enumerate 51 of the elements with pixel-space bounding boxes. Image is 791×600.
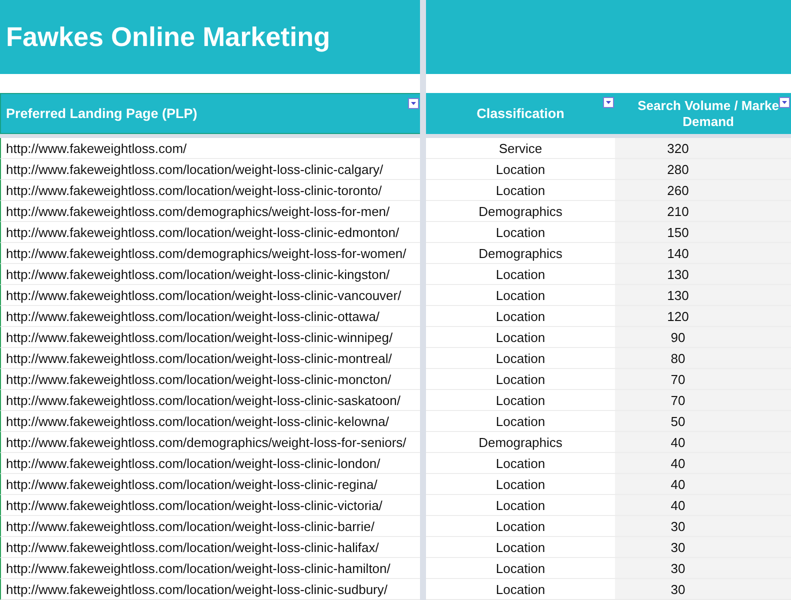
- table-cell: 80: [615, 348, 791, 369]
- column-header-label: Search Volume / Marke Demand: [638, 98, 779, 130]
- table-cell: 50: [615, 411, 791, 432]
- table-cell: http://www.fakeweightloss.com/location/weight-loss-clinic-ottawa/: [0, 306, 420, 327]
- table-cell: http://www.fakeweightloss.com/location/weight-loss-clinic-sudbury/: [0, 579, 420, 600]
- table-cell: 40: [615, 432, 791, 453]
- column-header-label: Preferred Landing Page (PLP): [6, 106, 198, 122]
- filter-dropdown-icon[interactable]: [779, 97, 790, 108]
- table-cell: 40: [615, 474, 791, 495]
- table-cell: http://www.fakeweightloss.com/: [0, 138, 420, 159]
- table-cell: http://www.fakeweightloss.com/location/weight-loss-clinic-winnipeg/: [0, 327, 420, 348]
- table-cell: 260: [615, 180, 791, 201]
- table-cell: http://www.fakeweightloss.com/location/weight-loss-clinic-barrie/: [0, 516, 420, 537]
- table-cell: 30: [615, 516, 791, 537]
- table-cell: 90: [615, 327, 791, 348]
- column-header-label: Classification: [476, 106, 564, 122]
- filter-dropdown-icon[interactable]: [603, 97, 614, 108]
- table-cell: 70: [615, 390, 791, 411]
- sheet-title: Fawkes Online Marketing: [6, 22, 330, 52]
- table-cell: http://www.fakeweightloss.com/location/weight-loss-clinic-saskatoon/: [0, 390, 420, 411]
- table-cell: http://www.fakeweightloss.com/location/weight-loss-clinic-kelowna/: [0, 411, 420, 432]
- table-cell: http://www.fakeweightloss.com/demographics/weight-loss-for-seniors/: [0, 432, 420, 453]
- table-cell: http://www.fakeweightloss.com/location/weight-loss-clinic-toronto/: [0, 180, 420, 201]
- table-cell: 130: [615, 285, 791, 306]
- table-cell: 40: [615, 495, 791, 516]
- table-cell: http://www.fakeweightloss.com/location/weight-loss-clinic-regina/: [0, 474, 420, 495]
- table-cell: http://www.fakeweightloss.com/demographics/weight-loss-for-men/: [0, 201, 420, 222]
- table-cell: http://www.fakeweightloss.com/location/weight-loss-clinic-victoria/: [0, 495, 420, 516]
- filter-dropdown-icon[interactable]: [408, 98, 419, 109]
- table-cell: 30: [615, 558, 791, 579]
- table-cell: http://www.fakeweightloss.com/location/weight-loss-clinic-london/: [0, 453, 420, 474]
- table-cell: http://www.fakeweightloss.com/location/weight-loss-clinic-edmonton/: [0, 222, 420, 243]
- table-cell: http://www.fakeweightloss.com/location/weight-loss-clinic-calgary/: [0, 159, 420, 180]
- table-cell: http://www.fakeweightloss.com/location/weight-loss-clinic-moncton/: [0, 369, 420, 390]
- table-cell: 210: [615, 201, 791, 222]
- table-cell: http://www.fakeweightloss.com/demographics/weight-loss-for-women/: [0, 243, 420, 264]
- table-cell: 70: [615, 369, 791, 390]
- table-cell: http://www.fakeweightloss.com/location/weight-loss-clinic-montreal/: [0, 348, 420, 369]
- table-cell: http://www.fakeweightloss.com/location/weight-loss-clinic-hamilton/: [0, 558, 420, 579]
- table-cell: 30: [615, 579, 791, 600]
- table-cell: http://www.fakeweightloss.com/location/weight-loss-clinic-kingston/: [0, 264, 420, 285]
- table-cell: 30: [615, 537, 791, 558]
- table-cell: 320: [615, 138, 791, 159]
- table-cell: 120: [615, 306, 791, 327]
- table-cell: 130: [615, 264, 791, 285]
- table-cell: 280: [615, 159, 791, 180]
- table-cell: 150: [615, 222, 791, 243]
- table-cell: 140: [615, 243, 791, 264]
- table-cell: http://www.fakeweightloss.com/location/weight-loss-clinic-vancouver/: [0, 285, 420, 306]
- table-cell: 40: [615, 453, 791, 474]
- table-cell: http://www.fakeweightloss.com/location/weight-loss-clinic-halifax/: [0, 537, 420, 558]
